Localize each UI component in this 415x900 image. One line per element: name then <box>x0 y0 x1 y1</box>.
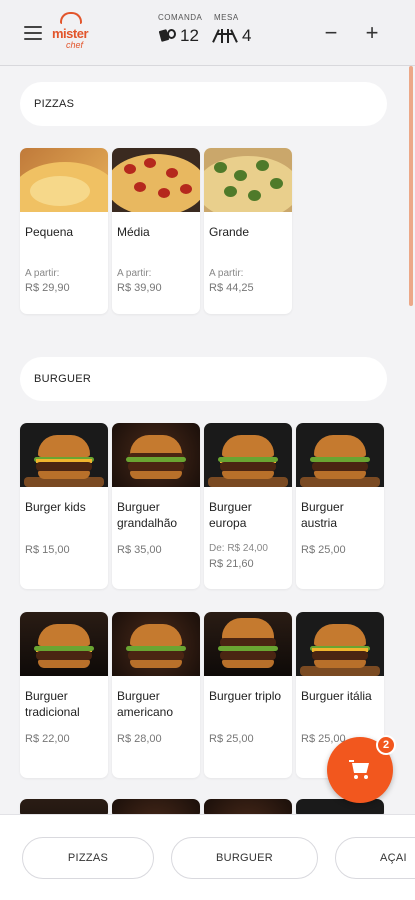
product-card-burguer-tradicional[interactable]: Burguer tradicional R$ 22,00 <box>20 612 108 778</box>
old-price: De: R$ 24,00 <box>209 543 268 554</box>
comanda-info: COMANDA 12 <box>158 13 202 46</box>
product-price: R$ 25,00 <box>209 733 254 745</box>
product-card-partial[interactable] <box>112 799 200 814</box>
mesa-label: MESA <box>214 13 239 22</box>
product-card-burger-kids[interactable]: Burger kids R$ 15,00 <box>20 423 108 589</box>
product-name: Burguer europa <box>209 500 252 530</box>
pizza-image <box>20 148 108 212</box>
product-card-burguer-austria[interactable]: Burguer austria R$ 25,00 <box>296 423 384 589</box>
burger-image <box>204 799 292 814</box>
logo-subtext: chef <box>66 40 84 50</box>
burger-image <box>112 799 200 814</box>
product-name: Burger kids <box>25 500 86 514</box>
chef-hat-icon <box>60 12 82 24</box>
product-price: R$ 25,00 <box>301 544 346 556</box>
product-name: Grande <box>209 225 250 239</box>
category-bar: PIZZAS BURGUER AÇAI <box>0 814 415 900</box>
comanda-ticket-icon <box>158 29 176 43</box>
product-name: Pequena <box>25 225 74 239</box>
pizza-image <box>204 148 292 212</box>
burger-image <box>112 423 200 487</box>
menu-content[interactable]: PIZZAS Pequena A partir: R$ 29,90 Média … <box>0 66 415 814</box>
product-price: R$ 39,90 <box>117 282 162 294</box>
product-card-media[interactable]: Média A partir: R$ 39,90 <box>112 148 200 314</box>
section-header-pizzas: PIZZAS <box>20 82 387 126</box>
price-prefix: A partir: <box>209 268 244 279</box>
burger-image <box>20 799 108 814</box>
product-card-burguer-europa[interactable]: Burguer europa De: R$ 24,00 R$ 21,60 <box>204 423 292 589</box>
mesa-value: 4 <box>242 26 252 45</box>
burger-image <box>112 612 200 676</box>
mister-chef-logo: mister chef <box>52 12 92 50</box>
product-name: Burguer grandalhão <box>117 500 178 530</box>
product-price: R$ 28,00 <box>117 733 162 745</box>
comanda-value: 12 <box>180 26 199 45</box>
product-name: Média <box>117 225 150 239</box>
section-header-burguer: BURGUER <box>20 357 387 401</box>
burger-image <box>204 612 292 676</box>
burger-image <box>296 423 384 487</box>
category-button-pizzas[interactable]: PIZZAS <box>22 837 154 879</box>
burger-image <box>296 799 384 814</box>
product-card-partial[interactable] <box>296 799 384 814</box>
product-name: Burguer tradicional <box>25 689 80 719</box>
pizza-image <box>112 148 200 212</box>
burger-image <box>296 612 384 676</box>
product-price: R$ 35,00 <box>117 544 162 556</box>
cart-button[interactable]: 2 <box>327 735 396 803</box>
product-card-burguer-grandalhao[interactable]: Burguer grandalhão R$ 35,00 <box>112 423 200 589</box>
logo-text: mister <box>52 26 89 41</box>
increase-button[interactable]: + <box>361 22 383 44</box>
product-name: Burguer itália <box>301 689 372 703</box>
price-prefix: A partir: <box>117 268 152 279</box>
category-button-acai[interactable]: AÇAI <box>335 837 415 879</box>
table-icon <box>212 29 238 43</box>
product-name: Burguer americano <box>117 689 174 719</box>
product-name: Burguer austria <box>301 500 344 530</box>
product-card-partial[interactable] <box>204 799 292 814</box>
product-price: R$ 15,00 <box>25 544 70 556</box>
top-bar: mister chef COMANDA 12 MESA 4 − + <box>0 0 415 66</box>
product-price: R$ 21,60 <box>209 558 254 570</box>
product-card-partial[interactable] <box>20 799 108 814</box>
burger-image <box>20 612 108 676</box>
menu-icon[interactable] <box>24 26 42 40</box>
burger-image <box>20 423 108 487</box>
product-card-grande[interactable]: Grande A partir: R$ 44,25 <box>204 148 292 314</box>
product-card-burguer-americano[interactable]: Burguer americano R$ 28,00 <box>112 612 200 778</box>
burger-image <box>204 423 292 487</box>
cart-count-badge: 2 <box>376 735 396 755</box>
product-price: R$ 22,00 <box>25 733 70 745</box>
section-title: PIZZAS <box>34 98 75 110</box>
product-name: Burguer triplo <box>209 689 282 703</box>
product-price: R$ 44,25 <box>209 282 254 294</box>
comanda-label: COMANDA <box>158 13 203 22</box>
scrollbar[interactable] <box>409 66 413 306</box>
category-button-burguer[interactable]: BURGUER <box>171 837 318 879</box>
mesa-info: MESA 4 <box>212 13 252 46</box>
product-price: R$ 29,90 <box>25 282 70 294</box>
cart-icon <box>349 760 371 780</box>
price-prefix: A partir: <box>25 268 60 279</box>
decrease-button[interactable]: − <box>320 22 342 44</box>
product-card-burguer-triplo[interactable]: Burguer triplo R$ 25,00 <box>204 612 292 778</box>
section-title: BURGUER <box>34 373 92 385</box>
product-card-pequena[interactable]: Pequena A partir: R$ 29,90 <box>20 148 108 314</box>
